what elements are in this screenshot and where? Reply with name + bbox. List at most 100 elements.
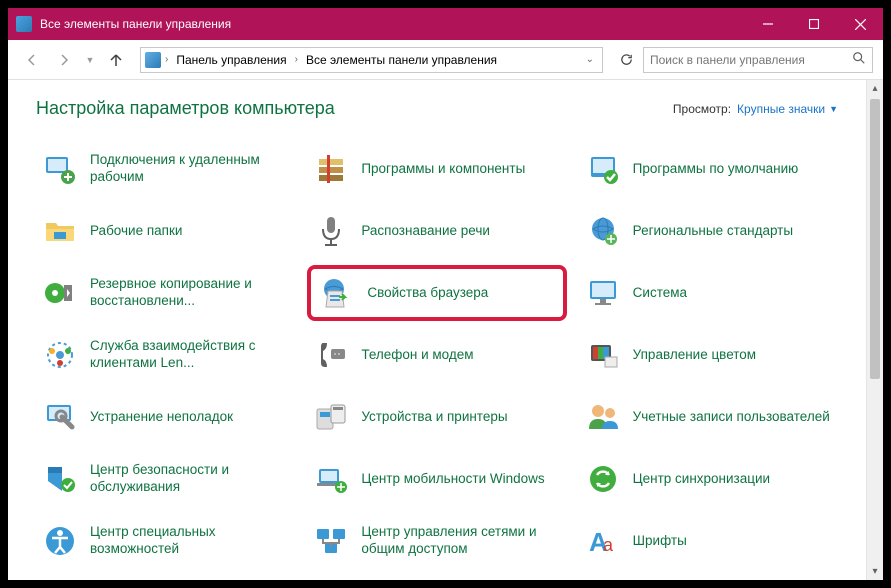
- cp-item-label: Служба взаимодействия с клиентами Len...: [90, 338, 291, 372]
- cp-item-label: Система: [633, 285, 687, 302]
- view-selector[interactable]: Крупные значки ▼: [737, 102, 838, 116]
- recent-dropdown[interactable]: ▼: [82, 46, 98, 74]
- service-icon: [40, 335, 80, 375]
- default-programs-icon: [583, 149, 623, 189]
- refresh-button[interactable]: [613, 47, 639, 73]
- titlebar: Все элементы панели управления: [8, 8, 883, 40]
- control-panel-icon: [16, 16, 32, 32]
- cp-item-system[interactable]: Система: [579, 265, 838, 321]
- cp-item-label: Телефон и модем: [361, 347, 473, 364]
- chevron-right-icon[interactable]: ›: [295, 54, 298, 65]
- cp-item-internet-options[interactable]: Свойства браузера: [307, 265, 566, 321]
- cp-item-label: Центр безопасности и обслуживания: [90, 462, 291, 496]
- cp-item-label: Устройства и принтеры: [361, 409, 507, 426]
- control-panel-address-icon: [145, 52, 161, 68]
- cp-item-remote-desktop[interactable]: Подключения к удаленным рабочим: [36, 141, 295, 197]
- cp-item-label: Шрифты: [633, 533, 687, 550]
- internet-options-icon: [317, 273, 357, 313]
- cp-item-label: Подключения к удаленным рабочим: [90, 152, 291, 186]
- region-icon: [583, 211, 623, 251]
- remote-desktop-icon: [40, 149, 80, 189]
- cp-item-phone[interactable]: Телефон и модем: [307, 327, 566, 383]
- cp-item-network[interactable]: Центр управления сетями и общим доступом: [307, 513, 566, 569]
- mobility-icon: [311, 459, 351, 499]
- items-grid: Подключения к удаленным рабочим Программы…: [36, 141, 838, 580]
- cp-item-label: Управление цветом: [633, 347, 756, 364]
- close-button[interactable]: [837, 8, 883, 40]
- cp-item-sync[interactable]: Центр синхронизации: [579, 451, 838, 507]
- cp-item-label: Резервное копирование и восстановлени...: [90, 276, 291, 310]
- back-button[interactable]: [18, 46, 46, 74]
- accessibility-icon: [40, 521, 80, 561]
- cp-item-fonts[interactable]: Aa Шрифты: [579, 513, 838, 569]
- cp-item-work-folders[interactable]: Рабочие папки: [36, 203, 295, 259]
- cp-item-label: Центр мобильности Windows: [361, 471, 544, 488]
- cp-item-devices[interactable]: Устройства и принтеры: [307, 389, 566, 445]
- navbar: ▼ › Панель управления › Все элементы пан…: [8, 40, 883, 80]
- control-panel-window: Все элементы панели управления ▼ › Панел…: [8, 8, 883, 580]
- color-icon: [583, 335, 623, 375]
- users-icon: [583, 397, 623, 437]
- network-icon: [311, 521, 351, 561]
- chevron-down-icon: ▼: [829, 104, 838, 114]
- cp-item-label: Устранение неполадок: [90, 409, 233, 426]
- minimize-button[interactable]: [745, 8, 791, 40]
- cp-item-region[interactable]: Региональные стандарты: [579, 203, 838, 259]
- cp-item-accessibility[interactable]: Центр специальных возможностей: [36, 513, 295, 569]
- phone-icon: [311, 335, 351, 375]
- cp-item-speech[interactable]: Распознавание речи: [307, 203, 566, 259]
- maximize-button[interactable]: [791, 8, 837, 40]
- page-title: Настройка параметров компьютера: [36, 98, 673, 119]
- cp-item-backup[interactable]: Резервное копирование и восстановлени...: [36, 265, 295, 321]
- security-icon: [40, 459, 80, 499]
- cp-item-power[interactable]: Электропитание: [36, 575, 295, 580]
- view-label: Просмотр:: [673, 102, 731, 116]
- devices-icon: [311, 397, 351, 437]
- troubleshoot-icon: [40, 397, 80, 437]
- breadcrumb-root[interactable]: Панель управления: [172, 51, 290, 69]
- window-title: Все элементы панели управления: [40, 17, 745, 31]
- content-area: Настройка параметров компьютера Просмотр…: [8, 80, 883, 580]
- sync-icon: [583, 459, 623, 499]
- scroll-up-button[interactable]: ▴: [867, 80, 883, 97]
- cp-item-mobility[interactable]: Центр мобильности Windows: [307, 451, 566, 507]
- vertical-scrollbar[interactable]: ▴ ▾: [866, 80, 883, 580]
- cp-item-label: Программы по умолчанию: [633, 161, 799, 178]
- cp-item-label: Региональные стандарты: [633, 223, 793, 240]
- backup-icon: [40, 273, 80, 313]
- svg-text:a: a: [603, 535, 614, 555]
- search-icon[interactable]: [852, 51, 866, 68]
- cp-item-security[interactable]: Центр безопасности и обслуживания: [36, 451, 295, 507]
- speech-icon: [311, 211, 351, 251]
- cp-item-color[interactable]: Управление цветом: [579, 327, 838, 383]
- cp-item-label: Свойства браузера: [367, 285, 488, 302]
- scroll-down-button[interactable]: ▾: [867, 563, 883, 580]
- scroll-thumb[interactable]: [870, 99, 880, 379]
- cp-item-label: Центр синхронизации: [633, 471, 770, 488]
- cp-item-label: Учетные записи пользователей: [633, 409, 830, 426]
- work-folders-icon: [40, 211, 80, 251]
- cp-item-troubleshoot[interactable]: Устранение неполадок: [36, 389, 295, 445]
- search-box[interactable]: [643, 47, 873, 73]
- cp-item-users[interactable]: Учетные записи пользователей: [579, 389, 838, 445]
- address-dropdown[interactable]: ⌄: [582, 54, 598, 65]
- cp-item-programs[interactable]: Программы и компоненты: [307, 141, 566, 197]
- cp-item-default-programs[interactable]: Программы по умолчанию: [579, 141, 838, 197]
- programs-icon: [311, 149, 351, 189]
- search-input[interactable]: [650, 53, 846, 67]
- scroll-track[interactable]: [867, 379, 883, 563]
- cp-item-label: Центр управления сетями и общим доступом: [361, 524, 562, 558]
- chevron-right-icon[interactable]: ›: [165, 54, 168, 65]
- cp-item-label: Программы и компоненты: [361, 161, 525, 178]
- breadcrumb-current[interactable]: Все элементы панели управления: [302, 51, 501, 69]
- address-bar[interactable]: › Панель управления › Все элементы панел…: [140, 47, 603, 73]
- cp-item-label: Распознавание речи: [361, 223, 490, 240]
- cp-item-label: Центр специальных возможностей: [90, 524, 291, 558]
- cp-item-label: Рабочие папки: [90, 223, 182, 240]
- system-icon: [583, 273, 623, 313]
- main-panel: Настройка параметров компьютера Просмотр…: [8, 80, 866, 580]
- forward-button[interactable]: [50, 46, 78, 74]
- up-button[interactable]: [102, 46, 130, 74]
- fonts-icon: Aa: [583, 521, 623, 561]
- cp-item-service[interactable]: Служба взаимодействия с клиентами Len...: [36, 327, 295, 383]
